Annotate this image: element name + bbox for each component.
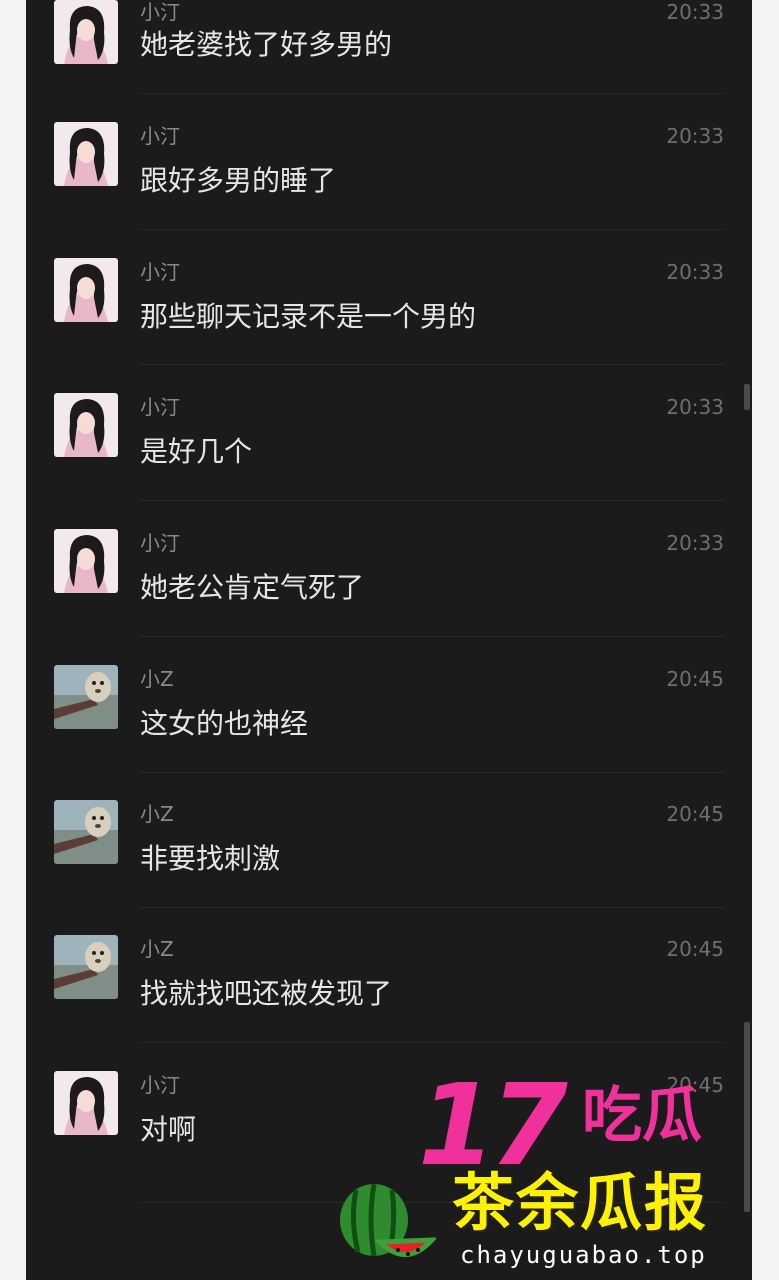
- girl-avatar-icon[interactable]: [54, 1071, 118, 1135]
- message-text: 这女的也神经: [140, 707, 309, 740]
- sender-name: 小汀: [140, 1073, 180, 1097]
- message-text: 非要找刺激: [140, 842, 281, 875]
- watermark-url: chayuguabao.top: [460, 1241, 707, 1269]
- watermelon-icon: [336, 1180, 438, 1270]
- bird-avatar-icon[interactable]: [54, 800, 118, 864]
- sender-name: 小汀: [140, 395, 180, 419]
- divider: [140, 500, 724, 501]
- message-item[interactable]: 小汀 20:33 是好几个: [26, 381, 752, 516]
- sender-name: 小Z: [140, 937, 174, 961]
- sender-name: 小Z: [140, 667, 174, 691]
- message-item[interactable]: 小汀 20:33 那些聊天记录不是一个男的: [26, 246, 752, 381]
- sender-name: 小汀: [140, 260, 180, 284]
- watermark-brand-short: 吃瓜: [582, 1081, 702, 1151]
- message-text: 是好几个: [140, 435, 253, 468]
- divider: [140, 229, 724, 230]
- sender-name: 小Z: [140, 802, 174, 826]
- message-text: 找就找吧还被发现了: [140, 977, 393, 1010]
- message-time: 20:33: [666, 395, 724, 419]
- girl-avatar-icon[interactable]: [54, 529, 118, 593]
- scrollbar-thumb[interactable]: [744, 384, 750, 410]
- sender-name: 小汀: [140, 124, 180, 148]
- message-item[interactable]: 小Z 20:45 这女的也神经: [26, 653, 752, 788]
- message-text: 对啊: [140, 1113, 197, 1146]
- divider: [140, 364, 724, 365]
- bird-avatar-icon[interactable]: [54, 665, 118, 729]
- divider: [140, 772, 724, 773]
- message-time: 20:33: [666, 260, 724, 284]
- girl-avatar-icon[interactable]: [54, 122, 118, 186]
- message-text: 那些聊天记录不是一个男的: [140, 300, 477, 333]
- bird-avatar-icon[interactable]: [54, 935, 118, 999]
- message-text: 她老公肯定气死了: [140, 571, 365, 604]
- message-item[interactable]: 小汀 20:33 她老婆找了好多男的: [26, 0, 752, 64]
- chat-screen: 小汀 20:33 她老婆找了好多男的 小汀 20:33 跟好多男的睡了 小汀 2…: [0, 0, 779, 1280]
- girl-avatar-icon[interactable]: [54, 0, 118, 64]
- message-time: 20:33: [666, 124, 724, 148]
- message-text: 跟好多男的睡了: [140, 164, 337, 197]
- message-time: 20:45: [666, 667, 724, 691]
- message-time: 20:45: [666, 937, 724, 961]
- message-item[interactable]: 小汀 20:33 跟好多男的睡了: [26, 110, 752, 245]
- sender-name: 小汀: [140, 0, 180, 24]
- message-time: 20:45: [666, 802, 724, 826]
- message-item[interactable]: 小汀 20:33 她老公肯定气死了: [26, 517, 752, 652]
- divider: [140, 1042, 724, 1043]
- message-time: 20:33: [666, 0, 724, 24]
- divider: [140, 636, 724, 637]
- message-text: 她老婆找了好多男的: [140, 28, 393, 61]
- sender-name: 小汀: [140, 531, 180, 555]
- divider: [140, 93, 724, 94]
- message-item[interactable]: 小Z 20:45 非要找刺激: [26, 788, 752, 923]
- girl-avatar-icon[interactable]: [54, 258, 118, 322]
- watermark-brand-name: 茶余瓜报: [452, 1166, 709, 1239]
- divider: [140, 907, 724, 908]
- message-item[interactable]: 小Z 20:45 找就找吧还被发现了: [26, 923, 752, 1058]
- watermark: 17 吃瓜 茶余瓜报 chayuguabao.top: [330, 1070, 770, 1280]
- message-time: 20:33: [666, 531, 724, 555]
- girl-avatar-icon[interactable]: [54, 393, 118, 457]
